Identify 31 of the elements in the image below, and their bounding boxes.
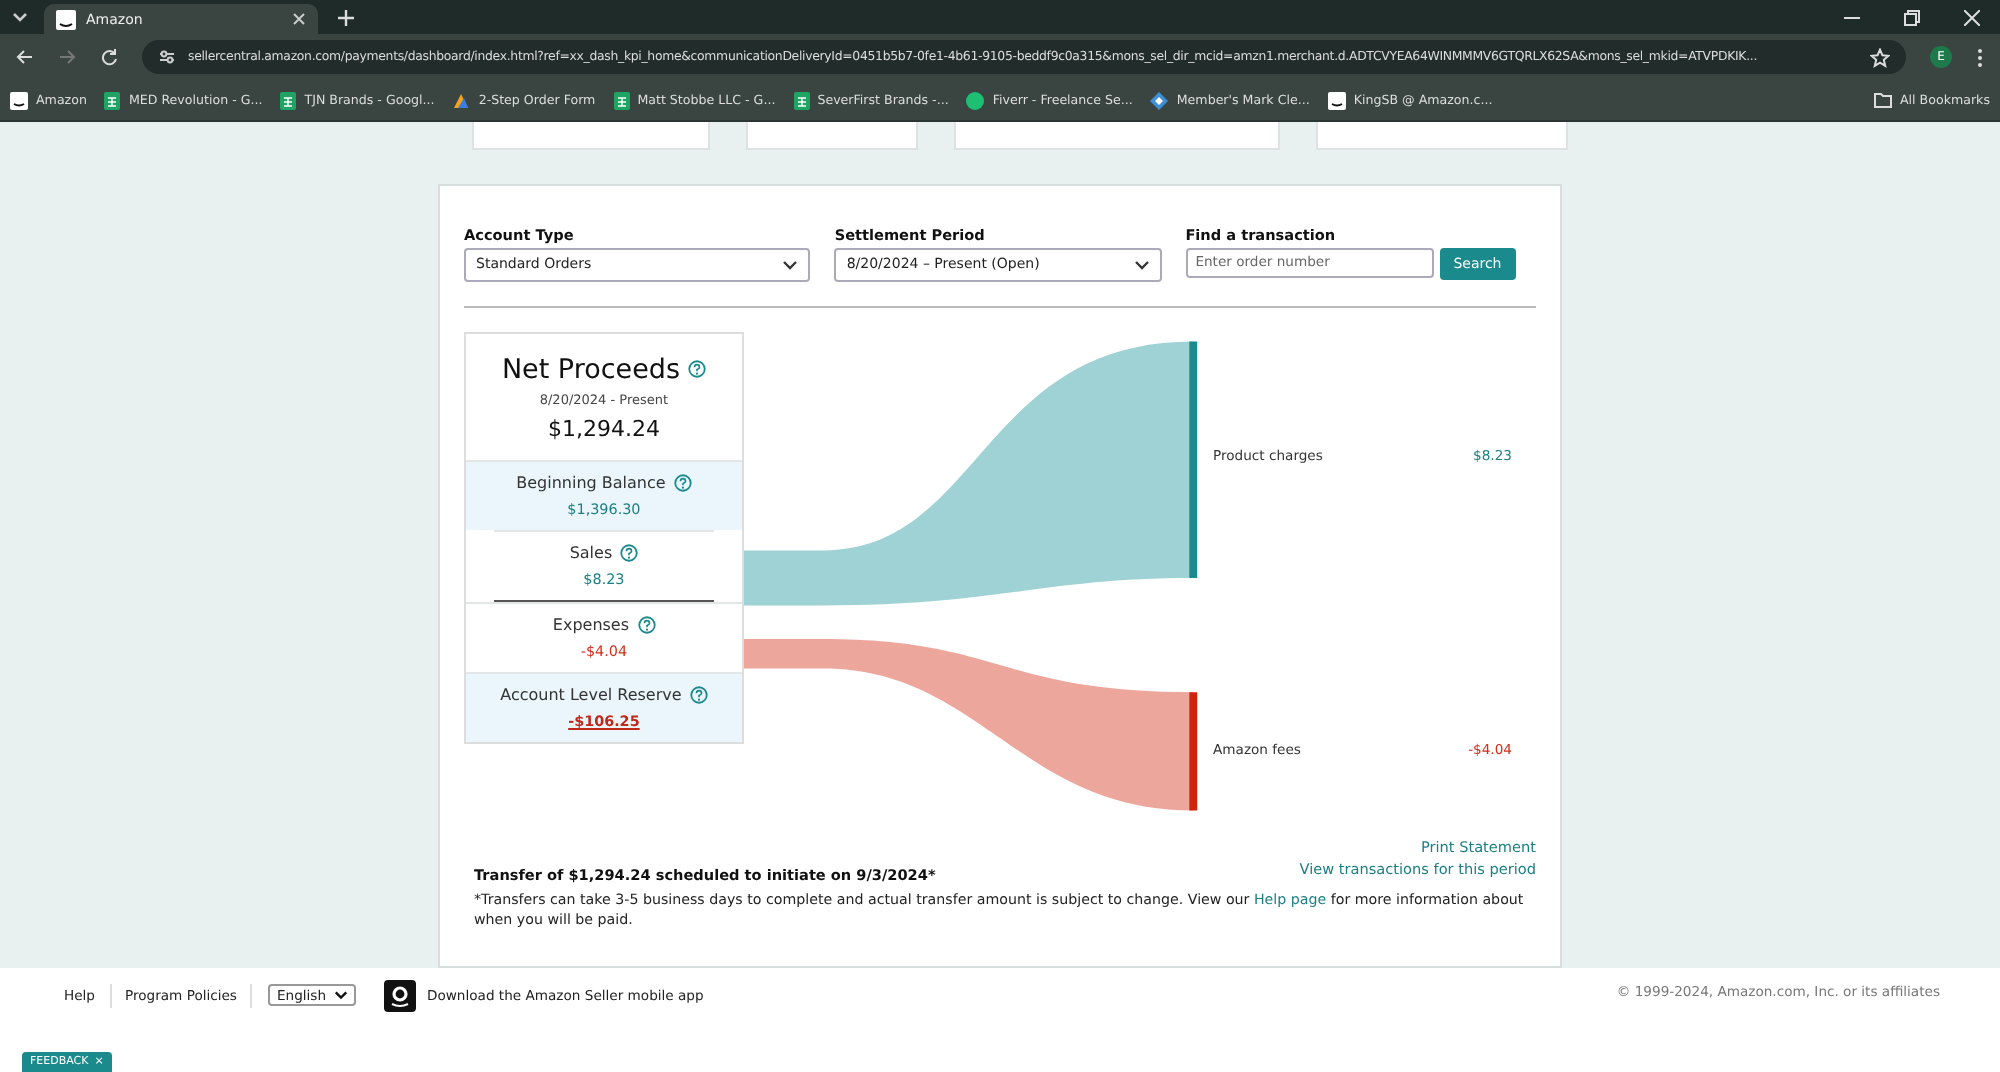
back-icon[interactable] [16, 48, 34, 66]
spreadsheet-icon [280, 91, 297, 109]
spreadsheet-icon [613, 91, 630, 109]
section-label: Beginning Balance [516, 473, 666, 492]
chevron-down-icon [1133, 259, 1150, 270]
section-label: Expenses [552, 615, 630, 634]
help-icon[interactable] [637, 615, 656, 634]
total-amount: $1,294.24 [547, 415, 660, 442]
spreadsheet-icon [793, 91, 810, 109]
close-icon[interactable] [292, 12, 306, 26]
circle-logo-icon [966, 91, 985, 109]
help-icon[interactable] [687, 360, 706, 379]
chevron-down-icon [782, 259, 799, 270]
site-info-icon[interactable] [158, 48, 176, 66]
help-icon[interactable] [673, 473, 692, 492]
spreadsheet-icon [104, 91, 121, 109]
section-label: Account Level Reserve [500, 685, 682, 704]
help-icon[interactable] [689, 685, 708, 704]
help-icon[interactable] [620, 543, 639, 562]
chevron-down-icon [334, 990, 349, 1000]
section-label: Sales [569, 543, 613, 562]
close-icon[interactable] [1964, 9, 1980, 25]
net-proceeds-title: Net Proceeds [501, 353, 680, 386]
folder-icon [1874, 92, 1892, 108]
diamond-icon [1150, 91, 1169, 109]
menu-icon[interactable] [1976, 47, 1984, 67]
restore-icon[interactable] [1904, 9, 1920, 25]
tab-search-icon[interactable] [12, 11, 28, 23]
new-tab-icon[interactable] [338, 9, 354, 25]
reload-icon[interactable] [100, 48, 118, 66]
star-icon[interactable] [1870, 47, 1890, 67]
